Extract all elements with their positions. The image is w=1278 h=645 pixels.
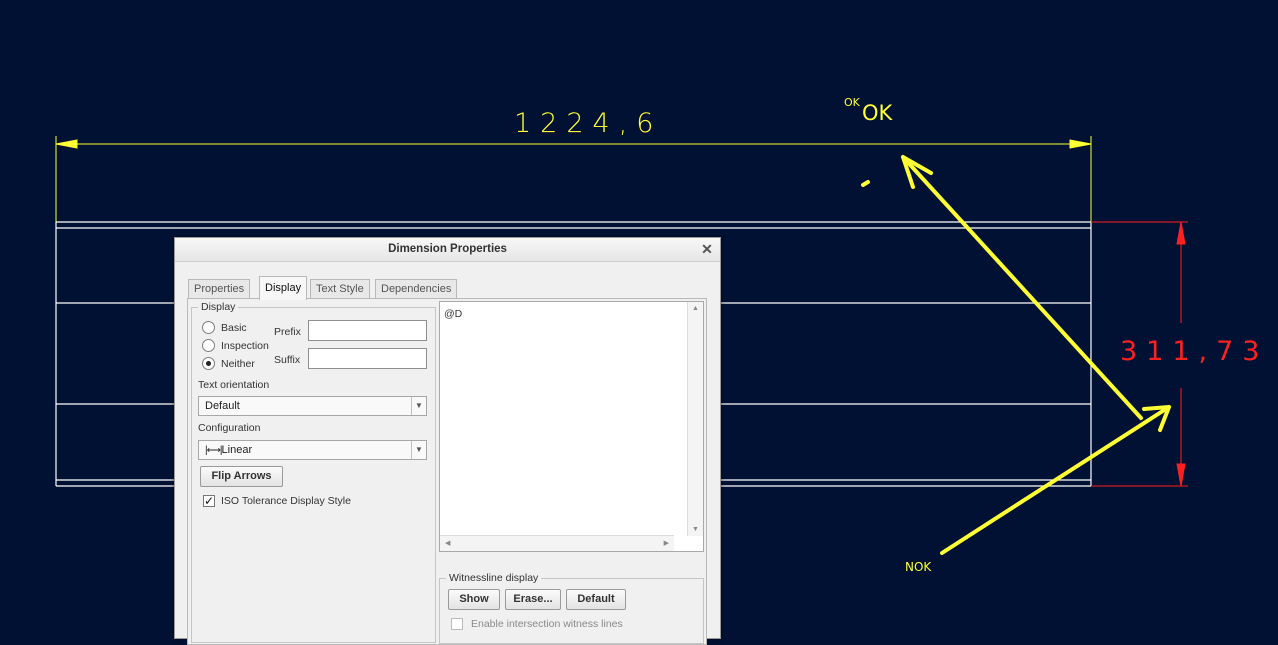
dialog-title[interactable]: Dimension Properties — [175, 238, 720, 262]
prefix-input[interactable] — [308, 320, 427, 341]
tab-properties[interactable]: Properties — [188, 279, 251, 299]
vertical-scrollbar[interactable]: ▲ ▼ — [687, 302, 703, 536]
suffix-input[interactable] — [308, 348, 427, 369]
flip-arrows-button[interactable]: Flip Arrows — [200, 466, 283, 487]
tab-dependencies[interactable]: Dependencies — [375, 279, 458, 299]
vertical-dimension-value[interactable]: 311,73 — [1120, 336, 1268, 367]
configuration-value: Linear — [221, 444, 253, 456]
ok-annotation-small: OK — [844, 96, 860, 109]
neither-radio[interactable] — [202, 357, 215, 370]
chevron-down-icon[interactable]: ▼ — [411, 441, 426, 459]
inspection-radio[interactable] — [202, 339, 215, 352]
horizontal-scrollbar[interactable]: ◀ ▶ — [440, 535, 674, 551]
show-button[interactable]: Show — [448, 589, 500, 610]
text-orientation-select[interactable]: Default ▼ — [198, 396, 427, 416]
scroll-down-icon[interactable]: ▼ — [692, 526, 699, 533]
tab-text-style[interactable]: Text Style — [310, 279, 370, 299]
basic-label: Basic — [221, 322, 247, 334]
iso-tolerance-label: ISO Tolerance Display Style — [221, 495, 351, 507]
chevron-down-icon[interactable]: ▼ — [411, 397, 426, 415]
default-button[interactable]: Default — [566, 589, 626, 610]
scroll-up-icon[interactable]: ▲ — [692, 305, 699, 312]
dimension-text-value[interactable]: @D — [444, 308, 462, 320]
text-orientation-label: Text orientation — [198, 379, 270, 391]
configuration-select[interactable]: |⟷|Linear ▼ — [198, 440, 427, 460]
witnessline-group-legend: Witnessline display — [449, 572, 539, 584]
text-orientation-value: Default — [205, 400, 240, 412]
dimension-properties-dialog: Dimension Properties ✕ Properties Displa… — [174, 237, 721, 645]
scroll-right-icon[interactable]: ▶ — [664, 539, 669, 547]
erase-button[interactable]: Erase... — [505, 589, 561, 610]
prefix-label: Prefix — [274, 326, 301, 338]
ok-annotation: OK — [862, 101, 893, 125]
close-icon[interactable]: ✕ — [700, 241, 714, 257]
scroll-left-icon[interactable]: ◀ — [445, 539, 450, 547]
iso-tolerance-checkbox[interactable]: ✓ — [203, 495, 215, 507]
inspection-label: Inspection — [221, 340, 269, 352]
horizontal-dimension-value[interactable]: 1224,6 — [514, 108, 662, 139]
dimension-text-editor[interactable]: @D ▲ ▼ ◀ ▶ — [439, 301, 704, 552]
intersection-witness-label: Enable intersection witness lines — [471, 618, 623, 630]
intersection-witness-checkbox[interactable] — [451, 618, 463, 630]
nok-annotation: NOK — [905, 560, 932, 574]
neither-label: Neither — [221, 358, 255, 370]
suffix-label: Suffix — [274, 354, 301, 366]
tab-display[interactable]: Display — [259, 276, 308, 300]
linear-dimension-icon: |⟷| — [205, 445, 223, 456]
display-group-legend: Display — [201, 301, 236, 313]
horizontal-dimension-lines[interactable] — [55, 136, 1092, 222]
basic-radio[interactable] — [202, 321, 215, 334]
configuration-label: Configuration — [198, 422, 261, 434]
